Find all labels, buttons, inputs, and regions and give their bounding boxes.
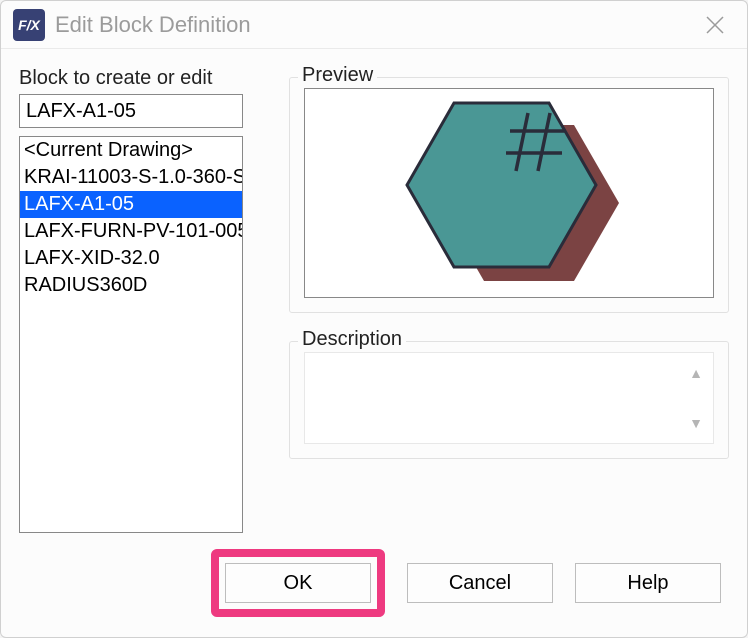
- list-item[interactable]: <Current Drawing>: [20, 137, 242, 164]
- cancel-button[interactable]: Cancel: [407, 563, 553, 603]
- app-icon-text: F/X: [18, 17, 40, 33]
- list-item[interactable]: RADIUS360D: [20, 272, 242, 299]
- block-label: Block to create or edit: [19, 67, 259, 90]
- preview-box: [304, 88, 714, 298]
- content-area: Block to create or edit <Current Drawing…: [1, 49, 747, 539]
- block-name-input[interactable]: [19, 94, 243, 128]
- list-item[interactable]: LAFX-A1-05: [20, 191, 242, 218]
- description-label: Description: [298, 328, 406, 351]
- description-fieldset: Description ▲ ▼: [289, 341, 729, 459]
- ok-button[interactable]: OK: [225, 563, 371, 603]
- list-item[interactable]: LAFX-XID-32.0: [20, 245, 242, 272]
- description-box[interactable]: ▲ ▼: [304, 352, 714, 444]
- close-button[interactable]: [695, 5, 735, 45]
- right-column: Preview Description: [289, 67, 729, 533]
- list-item[interactable]: KRAI-11003-S-1.0-360-S: [20, 164, 242, 191]
- dialog-window: F/X Edit Block Definition Block to creat…: [0, 0, 748, 638]
- window-title: Edit Block Definition: [55, 12, 695, 38]
- block-listbox[interactable]: <Current Drawing>KRAI-11003-S-1.0-360-SL…: [19, 136, 243, 533]
- titlebar: F/X Edit Block Definition: [1, 1, 747, 49]
- help-button[interactable]: Help: [575, 563, 721, 603]
- preview-image: [384, 93, 634, 293]
- close-icon: [705, 15, 725, 35]
- description-scroll-down[interactable]: ▼: [689, 415, 703, 431]
- left-column: Block to create or edit <Current Drawing…: [19, 67, 259, 533]
- ok-highlight-frame: OK: [211, 549, 385, 617]
- preview-fieldset: Preview: [289, 77, 729, 313]
- preview-label: Preview: [298, 64, 377, 87]
- app-icon: F/X: [13, 9, 45, 41]
- button-row: OK Cancel Help: [1, 539, 747, 637]
- list-item[interactable]: LAFX-FURN-PV-101-005: [20, 218, 242, 245]
- description-scroll-up[interactable]: ▲: [689, 365, 703, 381]
